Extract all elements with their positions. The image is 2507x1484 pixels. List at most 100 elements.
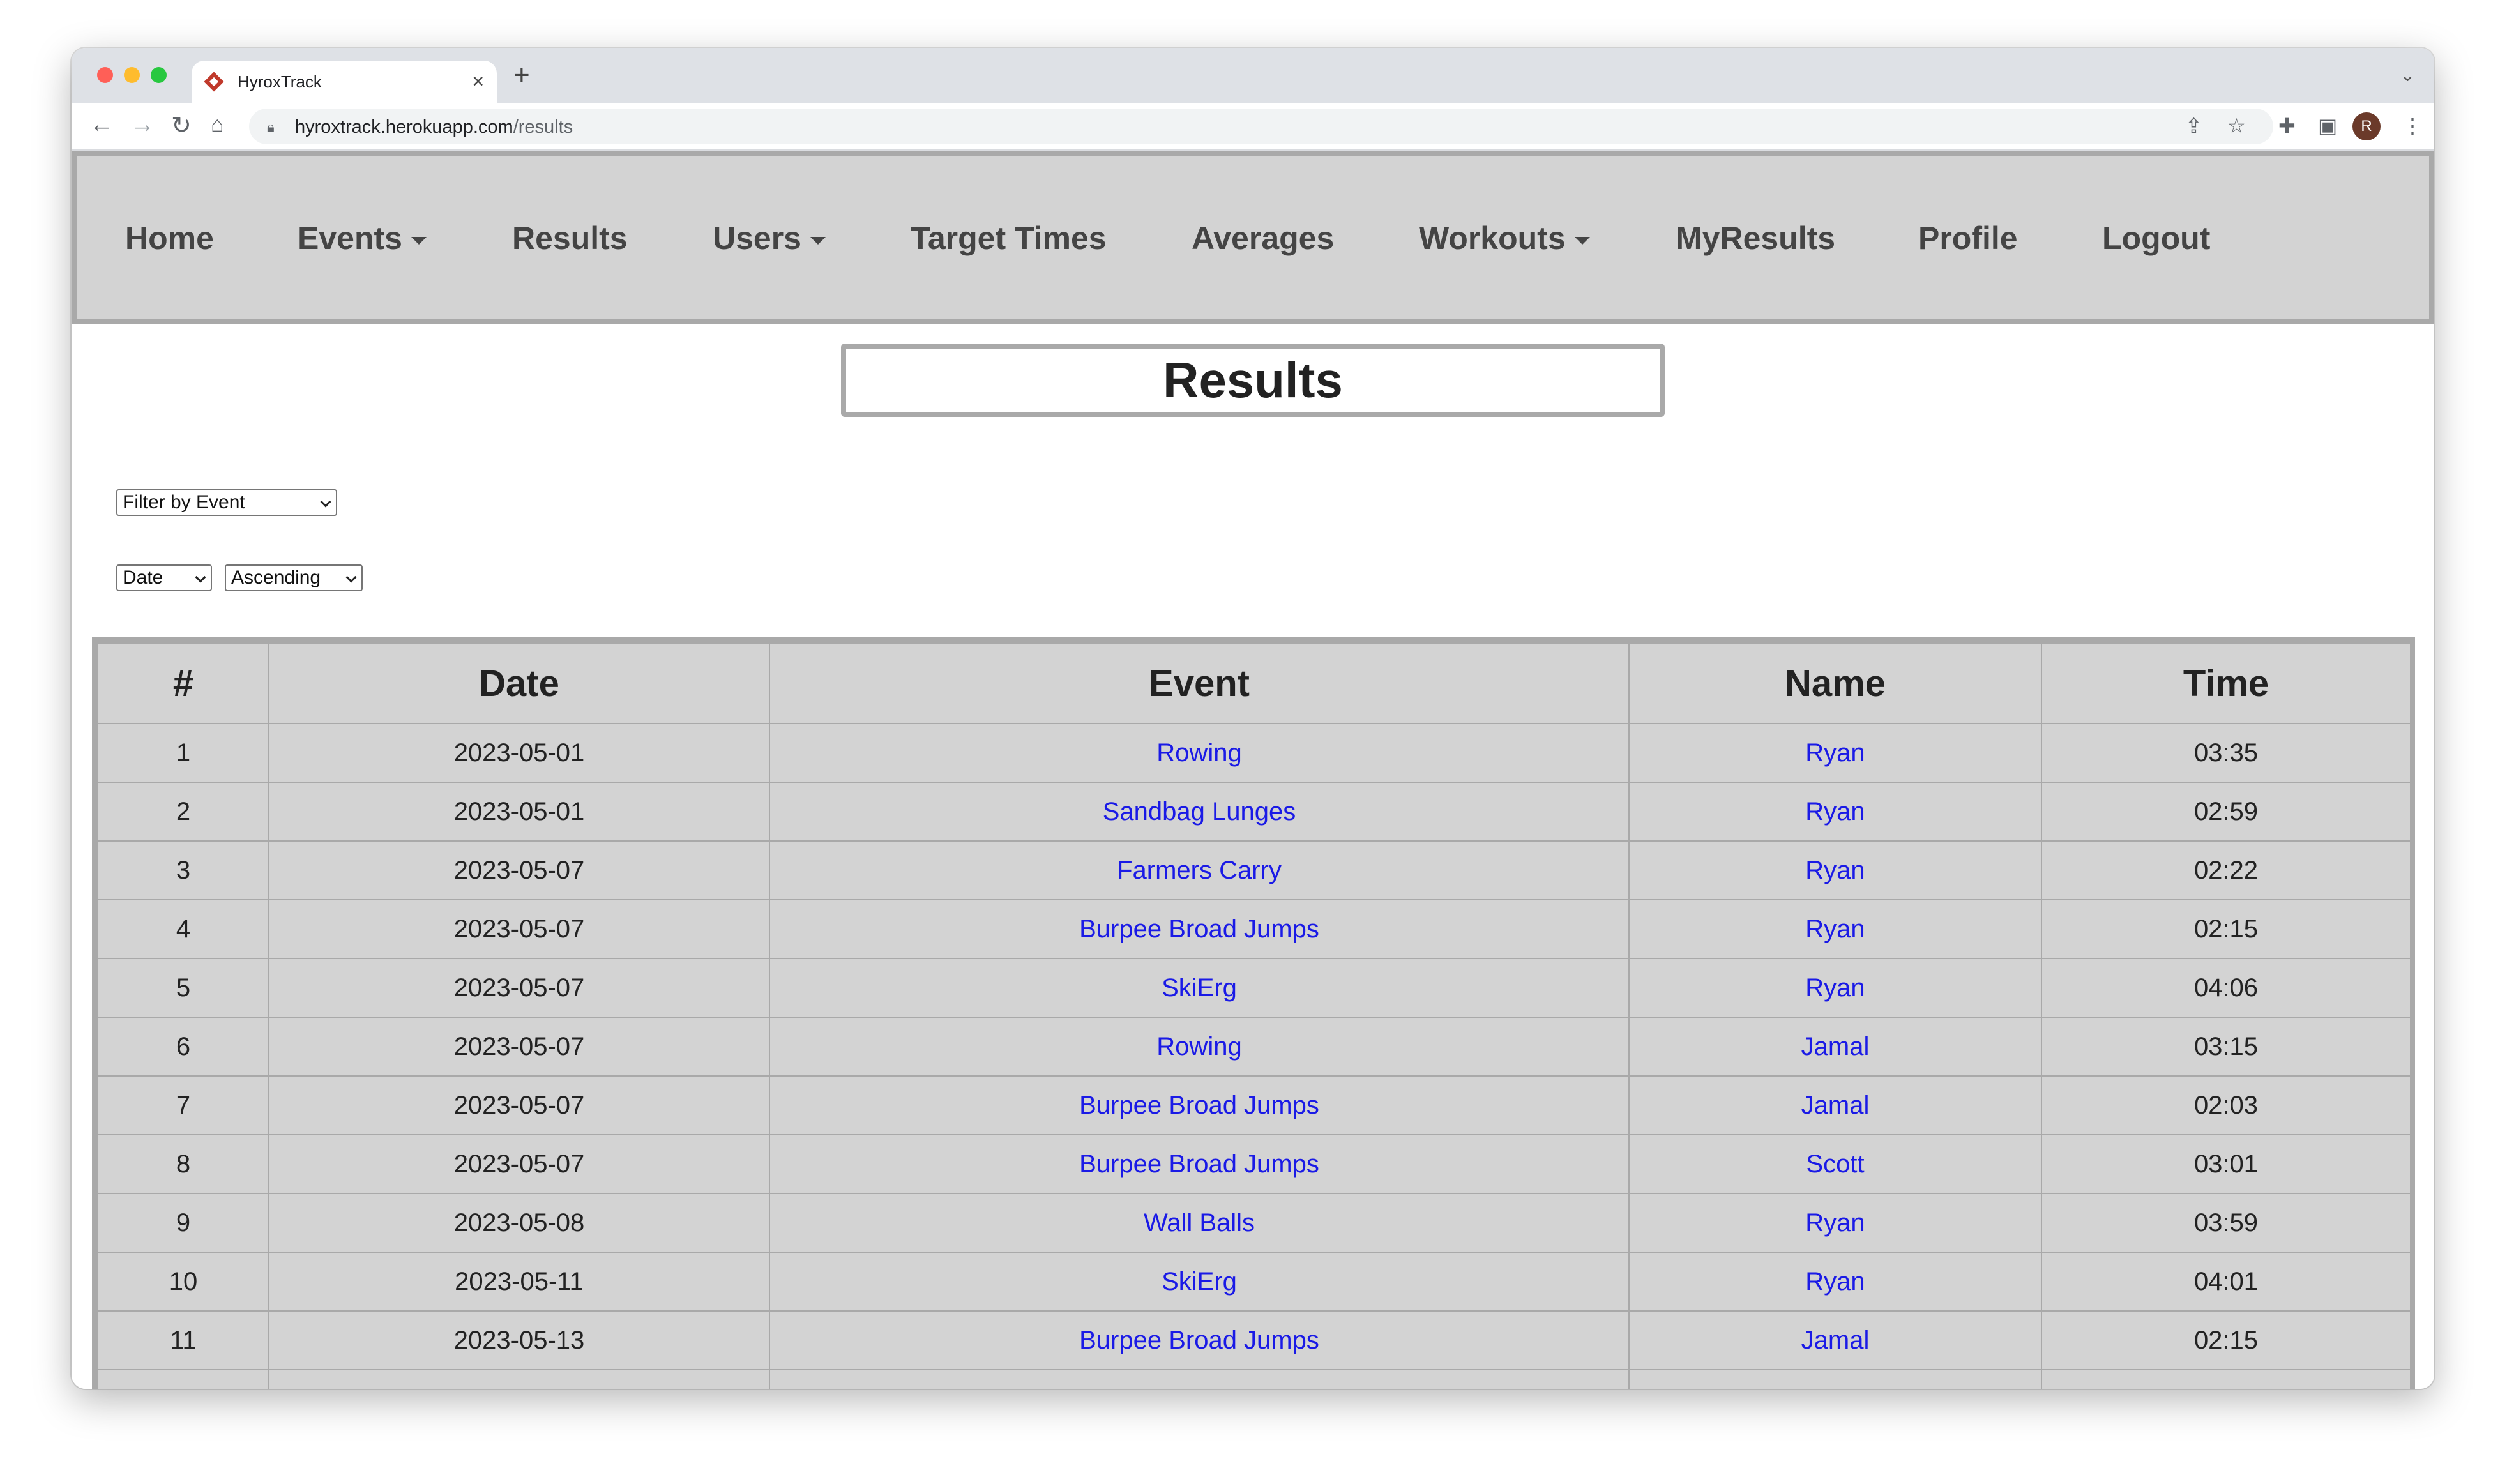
nav-logout[interactable]: Logout: [2102, 220, 2210, 257]
cell-time: 04:06: [2041, 958, 2411, 1018]
user-link[interactable]: Ryan: [1628, 840, 2042, 900]
caret-down-icon: [411, 236, 427, 245]
event-link[interactable]: Burpee Broad Jumps: [769, 1075, 1630, 1135]
cell-date: 2023-05-14: [268, 1369, 770, 1389]
nav-profile[interactable]: Profile: [1918, 220, 2018, 257]
event-link[interactable]: Sandbag Lunges: [769, 782, 1630, 842]
cell-time: 04:01: [2041, 1252, 2411, 1312]
event-link[interactable]: SkiErg: [769, 958, 1630, 1018]
user-link[interactable]: Jamal: [1628, 1310, 2042, 1370]
nav-averages[interactable]: Averages: [1192, 220, 1334, 257]
tab-title: HyroxTrack: [238, 72, 322, 91]
event-link[interactable]: Burpee Broad Jumps: [769, 1134, 1630, 1194]
browser-tab-hyroxtrack[interactable]: HyroxTrack ×: [192, 61, 497, 103]
nav-users-dropdown[interactable]: Users: [713, 220, 826, 257]
user-link[interactable]: Jamal: [1628, 1017, 2042, 1077]
caret-down-icon: [810, 236, 826, 245]
cell-time: 03:37: [2041, 1369, 2411, 1389]
cell-date: 2023-05-07: [268, 958, 770, 1018]
nav-home[interactable]: Home: [125, 220, 214, 257]
column-header-number[interactable]: #: [97, 642, 269, 724]
event-link[interactable]: Farmers Carry: [769, 840, 1630, 900]
event-link[interactable]: Wall Balls: [769, 1193, 1630, 1253]
profile-avatar[interactable]: R: [2352, 112, 2381, 140]
bookmark-star-icon[interactable]: ☆: [2227, 114, 2246, 138]
back-arrow-icon[interactable]: ←: [89, 111, 114, 139]
cell-date: 2023-05-01: [268, 723, 770, 783]
cell-time: 03:59: [2041, 1193, 2411, 1253]
cell-number: 1: [97, 723, 269, 783]
sort-order-select[interactable]: Ascending: [225, 564, 363, 591]
cell-number: 2: [97, 782, 269, 842]
column-header-name[interactable]: Name: [1628, 642, 2042, 724]
minimize-window-button[interactable]: [124, 67, 140, 83]
column-header-date[interactable]: Date: [268, 642, 770, 724]
column-header-time[interactable]: Time: [2041, 642, 2411, 724]
chevron-down-icon: [320, 496, 331, 508]
nav-users-label: Users: [713, 220, 801, 256]
cell-number: 10: [97, 1252, 269, 1312]
reload-icon[interactable]: ↻: [171, 111, 192, 140]
forward-arrow-icon[interactable]: →: [130, 111, 155, 139]
maximize-window-button[interactable]: [151, 67, 167, 83]
nav-target-times[interactable]: Target Times: [911, 220, 1107, 257]
event-link[interactable]: SkiErg: [769, 1252, 1630, 1312]
event-link[interactable]: Burpee Broad Jumps: [769, 899, 1630, 959]
user-link[interactable]: Ryan: [1628, 1252, 2042, 1312]
nav-workouts-label: Workouts: [1419, 220, 1566, 256]
user-link[interactable]: Ryan: [1628, 723, 2042, 783]
user-link[interactable]: Scott: [1628, 1134, 2042, 1194]
table-row: 122023-05-14RowingRyan03:37: [97, 1369, 2411, 1389]
cell-time: 02:03: [2041, 1075, 2411, 1135]
event-link[interactable]: Rowing: [769, 1017, 1630, 1077]
user-link[interactable]: Ryan: [1628, 1369, 2042, 1389]
nav-my-results[interactable]: MyResults: [1676, 220, 1835, 257]
table-row: 8 2023-05-07 Burpee Broad Jumps Scott 03:01: [97, 1134, 2411, 1194]
address-bar[interactable]: 🔒︎ hyroxtrack.herokuapp.com/results: [249, 109, 2273, 144]
nav-results[interactable]: Results: [512, 220, 628, 257]
sort-field-select[interactable]: Date: [116, 564, 212, 591]
cell-time: 02:15: [2041, 1310, 2411, 1370]
cell-number: 7: [97, 1075, 269, 1135]
event-filter-select[interactable]: Filter by Event: [116, 489, 337, 516]
home-icon[interactable]: ⌂: [211, 112, 224, 137]
side-panel-icon[interactable]: ▣: [2318, 114, 2337, 138]
nav-workouts-dropdown[interactable]: Workouts: [1419, 220, 1590, 257]
cell-time: 02:22: [2041, 840, 2411, 900]
table-row: 6 2023-05-07 Rowing Jamal 03:15: [97, 1017, 2411, 1077]
event-filter-value: Filter by Event: [123, 492, 245, 513]
browser-toolbar: ← → ↻ ⌂ 🔒︎ hyroxtrack.herokuapp.com/resu…: [72, 103, 2434, 151]
table-row: 9 2023-05-08 Wall Balls Ryan 03:59: [97, 1193, 2411, 1253]
cell-date: 2023-05-13: [268, 1310, 770, 1370]
cell-date: 2023-05-01: [268, 782, 770, 842]
more-menu-icon[interactable]: ⋮: [2402, 114, 2423, 138]
user-link[interactable]: Ryan: [1628, 782, 2042, 842]
favicon-icon: [204, 72, 224, 92]
share-icon[interactable]: ⇪: [2185, 114, 2202, 138]
table-row: 3 2023-05-07 Farmers Carry Ryan 02:22: [97, 840, 2411, 900]
column-header-event[interactable]: Event: [769, 642, 1630, 724]
page-content: Home Events Results Users Target Times A…: [72, 151, 2434, 1389]
event-link[interactable]: Rowing: [769, 723, 1630, 783]
cell-date: 2023-05-08: [268, 1193, 770, 1253]
user-link[interactable]: Ryan: [1628, 899, 2042, 959]
caret-down-icon: [1574, 236, 1590, 245]
close-window-button[interactable]: [97, 67, 113, 83]
page-title: Results: [841, 344, 1665, 417]
cell-time: 02:15: [2041, 899, 2411, 959]
table-row: 1 2023-05-01 Rowing Ryan 03:35: [97, 723, 2411, 783]
event-link[interactable]: Rowing: [769, 1369, 1630, 1389]
close-tab-icon[interactable]: ×: [472, 70, 484, 93]
cell-time: 03:01: [2041, 1134, 2411, 1194]
extensions-puzzle-icon[interactable]: ✚: [2278, 114, 2296, 138]
tab-search-icon[interactable]: ⌄: [2400, 64, 2415, 86]
user-link[interactable]: Ryan: [1628, 958, 2042, 1018]
nav-events-label: Events: [298, 220, 402, 256]
nav-events-dropdown[interactable]: Events: [298, 220, 427, 257]
new-tab-button[interactable]: +: [513, 59, 530, 91]
user-link[interactable]: Ryan: [1628, 1193, 2042, 1253]
user-link[interactable]: Jamal: [1628, 1075, 2042, 1135]
event-link[interactable]: Burpee Broad Jumps: [769, 1310, 1630, 1370]
cell-date: 2023-05-07: [268, 1017, 770, 1077]
cell-date: 2023-05-11: [268, 1252, 770, 1312]
